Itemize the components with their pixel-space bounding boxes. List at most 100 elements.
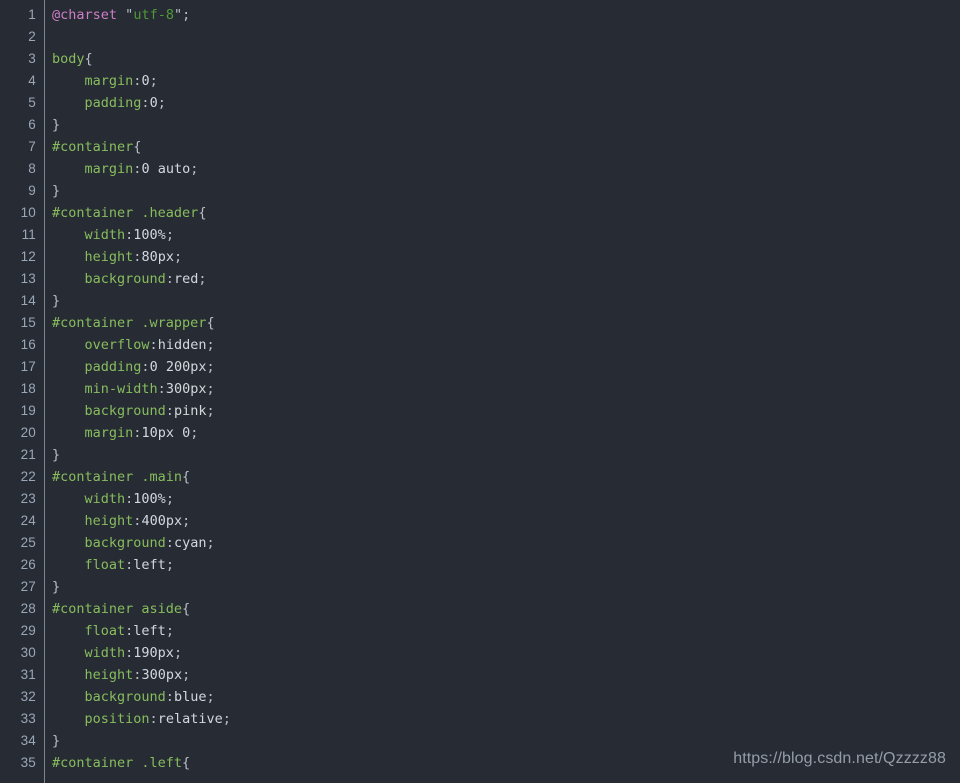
code-line[interactable]: @charset "utf-8";: [52, 4, 960, 26]
code-line[interactable]: }: [52, 576, 960, 598]
watermark-url: https://blog.csdn.net/Qzzzz88: [733, 750, 946, 767]
code-token-punct: ;: [206, 535, 215, 551]
code-token-val: [52, 535, 85, 551]
code-line[interactable]: height:400px;: [52, 510, 960, 532]
code-token-punct: {: [84, 51, 93, 67]
code-token-sel: #container aside: [52, 601, 183, 617]
code-line[interactable]: margin:10px 0;: [52, 422, 960, 444]
code-token-punct: }: [52, 447, 61, 463]
line-number: 19: [20, 403, 36, 418]
code-line[interactable]: #container .header{: [52, 202, 960, 224]
code-line[interactable]: position:relative;: [52, 708, 960, 730]
code-token-prop: float: [84, 623, 126, 639]
code-token-punct: ;: [182, 513, 191, 529]
code-token-prop: background: [84, 403, 166, 419]
code-line[interactable]: background:pink;: [52, 400, 960, 422]
code-token-val: 100%: [133, 227, 166, 243]
code-line[interactable]: }: [52, 444, 960, 466]
code-token-prop: width: [84, 491, 126, 507]
code-token-val: [52, 557, 85, 573]
code-token-punct: ;: [206, 359, 215, 375]
code-token-punct: ;: [165, 557, 174, 573]
line-number: 25: [20, 535, 36, 550]
code-line[interactable]: margin:0 auto;: [52, 158, 960, 180]
code-token-prop: float: [84, 557, 126, 573]
code-token-val: [52, 667, 85, 683]
code-line[interactable]: padding:0;: [52, 92, 960, 114]
code-token-val: cyan: [173, 535, 207, 551]
code-token-punct: {: [206, 315, 215, 331]
code-line[interactable]: background:cyan;: [52, 532, 960, 554]
code-token-punct: {: [182, 601, 191, 617]
code-token-val: 190px: [133, 645, 174, 661]
code-token-val: 0 200px: [149, 359, 207, 375]
code-token-punct: {: [182, 469, 191, 485]
line-number: 14: [20, 293, 36, 308]
code-line[interactable]: overflow:hidden;: [52, 334, 960, 356]
code-token-val: hidden: [157, 337, 207, 353]
code-token-punct: ;: [173, 645, 183, 661]
code-token-prop: background: [84, 535, 166, 551]
line-number: 30: [20, 645, 36, 660]
code-token-val: 0: [141, 73, 150, 89]
line-number: 9: [28, 183, 36, 198]
code-content-area[interactable]: @charset "utf-8"; body{ margin:0; paddin…: [52, 0, 960, 783]
code-token-val: [52, 271, 85, 287]
code-editor[interactable]: 1 2 3 4 5 6 7 8 9 10 11 12 13 14 15 16 17 18 19 20 21 22 23 24 2…: [0, 0, 960, 783]
code-line[interactable]: float:left;: [52, 620, 960, 642]
code-token-val: [52, 95, 85, 111]
code-token-val: relative: [157, 711, 223, 727]
code-line[interactable]: width:100%;: [52, 224, 960, 246]
line-number: 27: [20, 579, 36, 594]
code-token-prop: height: [84, 249, 134, 265]
code-token-punct: ;: [206, 381, 215, 397]
code-token-val: [52, 227, 85, 243]
code-line[interactable]: }: [52, 114, 960, 136]
line-number: 10: [20, 205, 36, 220]
code-line[interactable]: #container aside{: [52, 598, 960, 620]
code-line[interactable]: background:red;: [52, 268, 960, 290]
line-number: 18: [20, 381, 36, 396]
code-token-punct: {: [198, 205, 207, 221]
code-line[interactable]: #container .main{: [52, 466, 960, 488]
code-token-prop: padding: [84, 95, 142, 111]
line-number: 4: [28, 73, 36, 88]
code-line[interactable]: margin:0;: [52, 70, 960, 92]
code-line[interactable]: }: [52, 180, 960, 202]
code-line[interactable]: }: [52, 290, 960, 312]
code-line[interactable]: height:300px;: [52, 664, 960, 686]
code-token-punct: :: [165, 271, 174, 287]
line-number: 33: [20, 711, 36, 726]
code-token-at: @charset: [52, 7, 118, 23]
code-token-val: 0: [149, 95, 158, 111]
code-line[interactable]: body{: [52, 48, 960, 70]
code-token-punct: ;: [206, 689, 215, 705]
line-number: 6: [28, 117, 36, 132]
line-number: 34: [20, 733, 36, 748]
line-number: 16: [20, 337, 36, 352]
code-token-punct: :: [165, 403, 174, 419]
code-token-punct: :: [141, 359, 150, 375]
code-line[interactable]: #container .wrapper{: [52, 312, 960, 334]
code-token-sel: #container .left: [52, 755, 183, 771]
line-number: 11: [21, 227, 36, 242]
code-token-val: blue: [173, 689, 207, 705]
code-token-prop: min-width: [84, 381, 158, 397]
code-token-quote: ": [173, 7, 183, 23]
code-line[interactable]: min-width:300px;: [52, 378, 960, 400]
line-number: 24: [20, 513, 36, 528]
code-line[interactable]: width:100%;: [52, 488, 960, 510]
code-line[interactable]: width:190px;: [52, 642, 960, 664]
code-line[interactable]: background:blue;: [52, 686, 960, 708]
line-number: 21: [20, 447, 36, 462]
line-number: 32: [20, 689, 36, 704]
code-token-val: red: [173, 271, 199, 287]
code-line[interactable]: height:80px;: [52, 246, 960, 268]
line-number: 28: [20, 601, 36, 616]
code-line[interactable]: padding:0 200px;: [52, 356, 960, 378]
code-line[interactable]: #container{: [52, 136, 960, 158]
code-token-punct: ;: [182, 667, 191, 683]
code-line[interactable]: [52, 26, 960, 48]
code-token-prop: width: [84, 227, 126, 243]
code-line[interactable]: float:left;: [52, 554, 960, 576]
